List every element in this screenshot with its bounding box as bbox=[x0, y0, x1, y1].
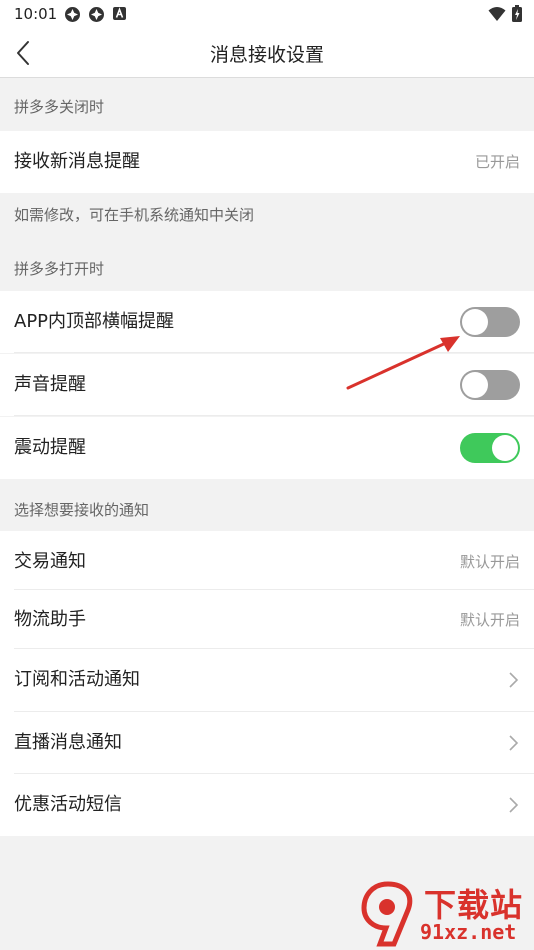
row-subscription-activity[interactable]: 订阅和活动通知 bbox=[0, 649, 534, 712]
row-promo-sms[interactable]: 优惠活动短信 bbox=[0, 774, 534, 836]
text-notification-icon bbox=[112, 6, 129, 23]
vibration-toggle[interactable] bbox=[460, 433, 520, 463]
chevron-right-icon bbox=[508, 733, 520, 753]
status-bar: 10:01 bbox=[0, 0, 534, 28]
row-label: 交易通知 bbox=[14, 551, 86, 572]
section-header-app-open: 拼多多打开时 bbox=[0, 237, 534, 291]
section-header-notification-types: 选择想要接收的通知 bbox=[0, 479, 534, 531]
watermark-emblem-icon bbox=[361, 881, 413, 947]
row-status-value: 默认开启 bbox=[459, 611, 520, 629]
chevron-right-icon bbox=[508, 795, 520, 815]
row-label: 物流助手 bbox=[14, 609, 86, 630]
watermark-url: 91xz.net bbox=[420, 920, 517, 944]
section-header-app-closed: 拼多多关闭时 bbox=[0, 79, 534, 131]
app-notification-icon bbox=[64, 6, 81, 23]
row-status-value: 已开启 bbox=[474, 153, 520, 171]
divider bbox=[14, 415, 534, 416]
row-label: 直播消息通知 bbox=[14, 732, 122, 753]
row-vibration-reminder: 震动提醒 bbox=[0, 417, 534, 479]
row-label: 震动提醒 bbox=[14, 437, 86, 458]
row-logistics-assistant[interactable]: 物流助手 默认开启 bbox=[0, 590, 534, 649]
chevron-right-icon bbox=[508, 670, 520, 690]
row-label: 声音提醒 bbox=[14, 374, 86, 395]
row-status-value: 默认开启 bbox=[459, 553, 520, 571]
row-label: 订阅和活动通知 bbox=[14, 669, 140, 690]
status-time: 10:01 bbox=[14, 5, 58, 23]
toggle-knob bbox=[492, 435, 518, 461]
app-notification-icon bbox=[88, 6, 105, 23]
row-label: 优惠活动短信 bbox=[14, 794, 122, 815]
row-new-message-reminder[interactable]: 接收新消息提醒 已开启 bbox=[0, 131, 534, 193]
status-notification-icons bbox=[64, 6, 129, 23]
watermark-logo: 下载站 91xz.net bbox=[358, 880, 528, 948]
row-live-notification[interactable]: 直播消息通知 bbox=[0, 712, 534, 774]
row-label: APP内顶部横幅提醒 bbox=[14, 311, 175, 332]
page-title: 消息接收设置 bbox=[209, 44, 324, 66]
battery-charging-icon bbox=[512, 5, 522, 26]
annotation-arrow-icon bbox=[346, 336, 460, 390]
system-settings-note: 如需修改，可在手机系统通知中关闭 bbox=[0, 193, 534, 237]
row-label: 接收新消息提醒 bbox=[14, 151, 140, 172]
row-trade-notification[interactable]: 交易通知 默认开启 bbox=[0, 531, 534, 590]
title-bar: 消息接收设置 bbox=[0, 28, 534, 78]
status-system-icons bbox=[488, 5, 522, 26]
wifi-icon bbox=[488, 6, 506, 26]
